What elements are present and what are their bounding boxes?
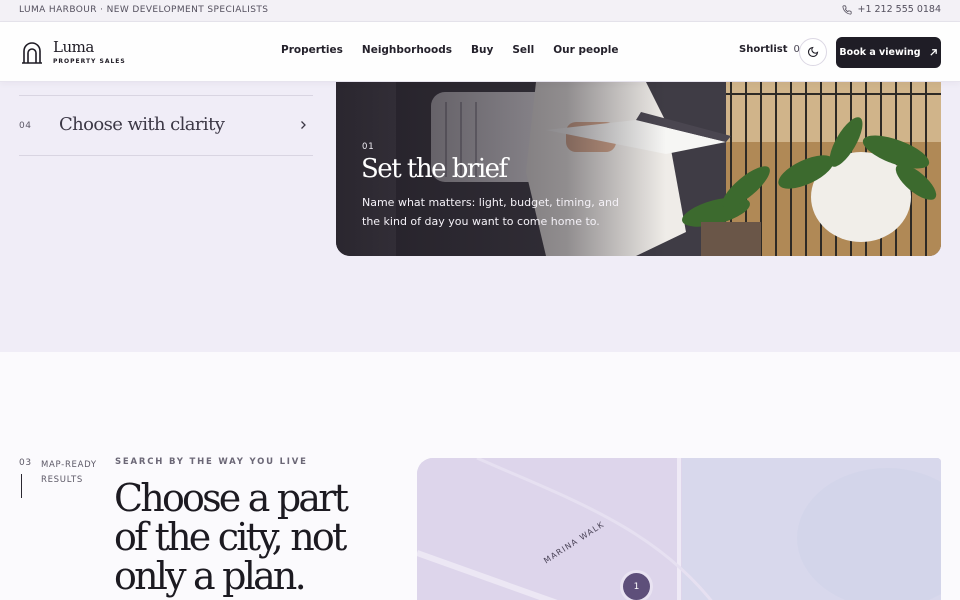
shortlist-label: Shortlist [739,44,788,55]
step-item-choose[interactable]: 04 Choose with clarity [19,95,313,156]
nav-properties[interactable]: Properties [281,44,343,56]
active-step-card: 01 Set the brief Name what matters: ligh… [336,82,941,256]
search-section: 03 MAP-READY RESULTS SEARCH BY THE WAY Y… [0,352,960,600]
active-step-number: 01 [362,142,375,152]
section-index-label: MAP-READY RESULTS [41,460,97,485]
map-pin[interactable]: 1 [623,573,650,600]
phone-icon [842,4,853,15]
tagline: LUMA HARBOUR · NEW DEVELOPMENT SPECIALIS… [19,5,269,15]
book-viewing-label: Book a viewing [839,47,921,58]
book-viewing-button[interactable]: Book a viewing [836,37,941,68]
nav-sell[interactable]: Sell [512,44,534,56]
step-number: 04 [19,121,32,131]
nav-neighborhoods[interactable]: Neighborhoods [362,44,452,56]
arrow-up-right-icon [929,49,937,56]
logo-subtitle: PROPERTY SALES [53,57,126,65]
top-info-bar: LUMA HARBOUR · NEW DEVELOPMENT SPECIALIS… [0,0,960,22]
logo[interactable]: Luma PROPERTY SALES [21,39,126,65]
main-nav: Properties Neighborhoods Buy Sell Our pe… [281,44,619,56]
step-title: Choose with clarity [59,114,225,135]
section-index: 03 [19,458,32,468]
site-header: Luma PROPERTY SALES Properties Neighborh… [0,22,960,82]
section-index-divider [21,474,22,498]
phone-number: +1 212 555 0184 [857,4,941,15]
active-step-title: Set the brief [361,154,508,184]
steps-section: 04 Choose with clarity 01 Set the brief … [0,82,960,352]
phone-link[interactable]: +1 212 555 0184 [842,4,941,15]
moon-icon [807,46,819,58]
section-eyebrow: SEARCH BY THE WAY YOU LIVE [115,457,308,467]
chevron-right-icon [301,121,306,129]
active-step-description: Name what matters: light, budget, timing… [362,196,619,228]
map-background [417,458,941,600]
nav-buy[interactable]: Buy [471,44,493,56]
arch-logo-icon [22,42,42,64]
neighborhood-map[interactable]: MARINA WALK 1 [417,458,941,600]
nav-our-people[interactable]: Our people [553,44,618,56]
logo-wordmark: Luma [53,37,94,56]
shortlist-link[interactable]: Shortlist 0 [739,44,800,55]
theme-toggle-button[interactable] [799,38,827,66]
section-headline: Choose a part of the city, not only a pl… [114,476,349,598]
